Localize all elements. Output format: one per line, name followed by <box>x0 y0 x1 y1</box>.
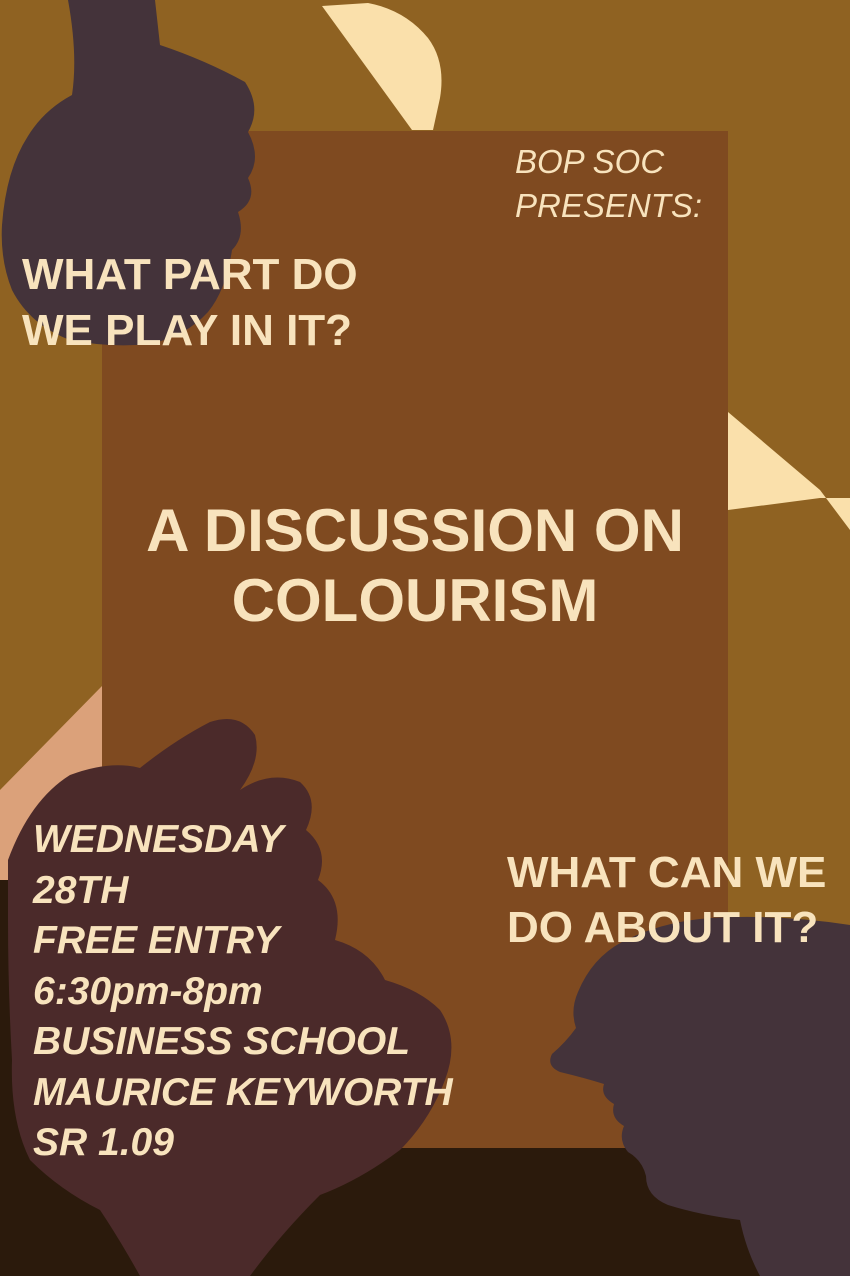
event-room: SR 1.09 <box>33 1121 174 1164</box>
event-title-line-2: COLOURISM <box>231 567 599 634</box>
presenter-line-1: BOP SOC <box>515 143 665 180</box>
event-details: WEDNESDAY 28TH FREE ENTRY 6:30pm-8pm BUS… <box>33 815 453 1169</box>
event-date: 28TH <box>33 868 129 912</box>
event-time: 6:30pm-8pm <box>33 969 263 1013</box>
question-top-line-2: WE PLAY IN IT? <box>22 306 353 355</box>
question-bottom: WHAT CAN WE DO ABOUT IT? <box>507 845 826 955</box>
event-entry: FREE ENTRY <box>33 919 280 962</box>
event-title-line-1: A DISCUSSION ON <box>146 497 684 564</box>
presenter-line-2: PRESENTS: <box>515 187 703 224</box>
event-poster: BOP SOC PRESENTS: WHAT PART DO WE PLAY I… <box>0 0 850 1276</box>
event-title: A DISCUSSION ON COLOURISM <box>102 496 728 636</box>
question-bottom-line-1: WHAT CAN WE <box>507 848 827 897</box>
question-top-line-1: WHAT PART DO <box>22 250 358 299</box>
question-bottom-line-2: DO ABOUT IT? <box>507 903 819 952</box>
event-day: WEDNESDAY <box>33 818 284 861</box>
presenter-label: BOP SOC PRESENTS: <box>515 140 702 228</box>
event-room-name: MAURICE KEYWORTH <box>33 1070 453 1114</box>
event-building: BUSINESS SCHOOL <box>33 1020 411 1063</box>
question-top: WHAT PART DO WE PLAY IN IT? <box>22 247 358 359</box>
